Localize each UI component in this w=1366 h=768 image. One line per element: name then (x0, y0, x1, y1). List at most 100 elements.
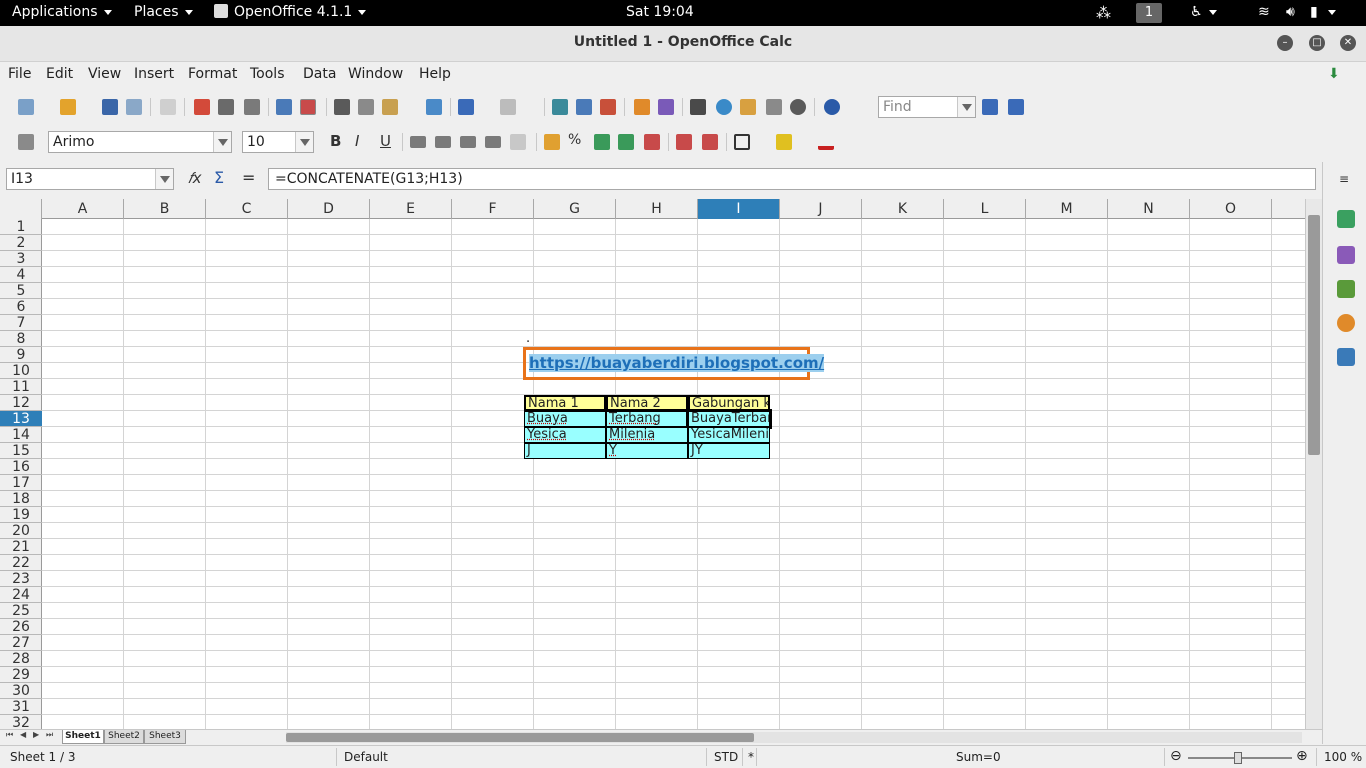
new-document-icon[interactable] (18, 99, 34, 115)
column-header-n[interactable]: N (1108, 199, 1190, 219)
menu-view[interactable]: View (88, 66, 121, 82)
gallery-icon[interactable] (740, 99, 756, 115)
accessibility-icon[interactable]: ♿ (1190, 4, 1217, 20)
row-header-13[interactable]: 13 (0, 411, 42, 427)
cell-i12[interactable]: Gabungan kata (688, 395, 770, 411)
row-header-20[interactable]: 20 (0, 523, 42, 539)
zoom-icon[interactable] (790, 99, 806, 115)
tab-nav-next-icon[interactable]: ▶ (33, 730, 39, 739)
maximize-icon[interactable]: □ (1309, 35, 1325, 51)
sum-button[interactable]: Σ (214, 168, 224, 187)
clock[interactable]: Sat 19:04 (626, 4, 694, 20)
edit-file-icon[interactable] (160, 99, 176, 115)
borders-icon[interactable] (734, 134, 750, 150)
merge-cells-icon[interactable] (510, 134, 526, 150)
row-header-31[interactable]: 31 (0, 699, 42, 715)
column-header-l[interactable]: L (944, 199, 1026, 219)
align-left-icon[interactable] (410, 136, 426, 148)
navigator-sidebar-icon[interactable] (1337, 314, 1355, 332)
cell-h15[interactable]: Y (606, 443, 688, 459)
row-header-12[interactable]: 12 (0, 395, 42, 411)
system-menu[interactable] (1314, 4, 1336, 20)
data-sources-icon[interactable] (766, 99, 782, 115)
menu-window[interactable]: Window (348, 66, 403, 82)
gallery-sidebar-icon[interactable] (1337, 280, 1355, 298)
increase-indent-icon[interactable] (702, 134, 718, 150)
row-header-17[interactable]: 17 (0, 475, 42, 491)
column-header-f[interactable]: F (452, 199, 534, 219)
row-header-22[interactable]: 22 (0, 555, 42, 571)
cell-g14[interactable]: Yesica (524, 427, 606, 443)
column-header-j[interactable]: J (780, 199, 862, 219)
row-header-15[interactable]: 15 (0, 443, 42, 459)
font-name-combo[interactable]: Arimo (48, 131, 232, 153)
page-style[interactable]: Default (344, 750, 388, 764)
hyperlink-icon[interactable] (552, 99, 568, 115)
copy-icon[interactable] (358, 99, 374, 115)
cell-g15[interactable]: J (524, 443, 606, 459)
cell-h12[interactable]: Nama 2 (606, 395, 688, 411)
redo-icon[interactable] (500, 99, 516, 115)
workspaces-icon[interactable]: ⁂ (1096, 4, 1111, 22)
menu-tools[interactable]: Tools (250, 66, 285, 82)
tab-sheet3[interactable]: Sheet3 (144, 730, 186, 744)
column-header-h[interactable]: H (616, 199, 698, 219)
auto-spellcheck-icon[interactable] (300, 99, 316, 115)
places-menu[interactable]: Places (134, 4, 193, 20)
cell-area[interactable]: . https://buayaberdiri.blogspot.com/ Nam… (42, 219, 1305, 729)
row-header-29[interactable]: 29 (0, 667, 42, 683)
applications-menu[interactable]: Applications (12, 4, 112, 20)
menu-insert[interactable]: Insert (134, 66, 174, 82)
row-header-3[interactable]: 3 (0, 251, 42, 267)
zoom-level[interactable]: 100 % (1324, 750, 1362, 764)
app-menu[interactable]: OpenOffice 4.1.1 (214, 4, 367, 20)
row-header-11[interactable]: 11 (0, 379, 42, 395)
bold-button[interactable]: B (330, 132, 341, 150)
row-header-24[interactable]: 24 (0, 587, 42, 603)
column-header-o[interactable]: O (1190, 199, 1272, 219)
row-header-25[interactable]: 25 (0, 603, 42, 619)
row-header-32[interactable]: 32 (0, 715, 42, 729)
clone-formatting-icon[interactable] (426, 99, 442, 115)
cell-i14[interactable]: YesicaMilenia (688, 427, 770, 443)
find-previous-icon[interactable] (1008, 99, 1024, 115)
paste-icon[interactable] (382, 99, 398, 115)
tab-sheet1[interactable]: Sheet1 (62, 730, 104, 744)
row-header-4[interactable]: 4 (0, 267, 42, 283)
cell-i13[interactable]: BuayaTerbang (686, 409, 772, 429)
column-header-g[interactable]: G (534, 199, 616, 219)
properties-icon[interactable] (1337, 210, 1355, 228)
cell-g13[interactable]: Buaya (524, 411, 606, 427)
sort-descending-icon[interactable] (600, 99, 616, 115)
italic-button[interactable]: I (355, 132, 359, 150)
insert-chart-icon[interactable] (634, 99, 650, 115)
align-right-icon[interactable] (460, 136, 476, 148)
cell-h14[interactable]: Milenia (606, 427, 688, 443)
row-header-28[interactable]: 28 (0, 651, 42, 667)
row-header-30[interactable]: 30 (0, 683, 42, 699)
name-box-dropdown[interactable] (155, 168, 174, 190)
row-header-2[interactable]: 2 (0, 235, 42, 251)
row-header-26[interactable]: 26 (0, 619, 42, 635)
print-preview-icon[interactable] (244, 99, 260, 115)
font-size-combo[interactable]: 10 (242, 131, 314, 153)
row-header-16[interactable]: 16 (0, 459, 42, 475)
volume-icon[interactable]: 🔊︎ (1286, 4, 1295, 20)
decrease-indent-icon[interactable] (676, 134, 692, 150)
link-cell-range[interactable]: https://buayaberdiri.blogspot.com/ (523, 347, 825, 380)
save-icon[interactable] (102, 99, 118, 115)
row-header-14[interactable]: 14 (0, 427, 42, 443)
column-header-d[interactable]: D (288, 199, 370, 219)
select-all-corner[interactable] (0, 199, 42, 219)
row-header-7[interactable]: 7 (0, 315, 42, 331)
sort-ascending-icon[interactable] (576, 99, 592, 115)
cut-icon[interactable] (334, 99, 350, 115)
update-icon[interactable]: ⬇ (1328, 66, 1340, 82)
justify-icon[interactable] (485, 136, 501, 148)
row-header-19[interactable]: 19 (0, 507, 42, 523)
row-header-9[interactable]: 9 (0, 347, 42, 363)
wifi-icon[interactable]: ≋ (1258, 4, 1270, 20)
export-pdf-icon[interactable] (194, 99, 210, 115)
tab-nav-prev-icon[interactable]: ◀ (20, 730, 26, 739)
column-header-b[interactable]: B (124, 199, 206, 219)
